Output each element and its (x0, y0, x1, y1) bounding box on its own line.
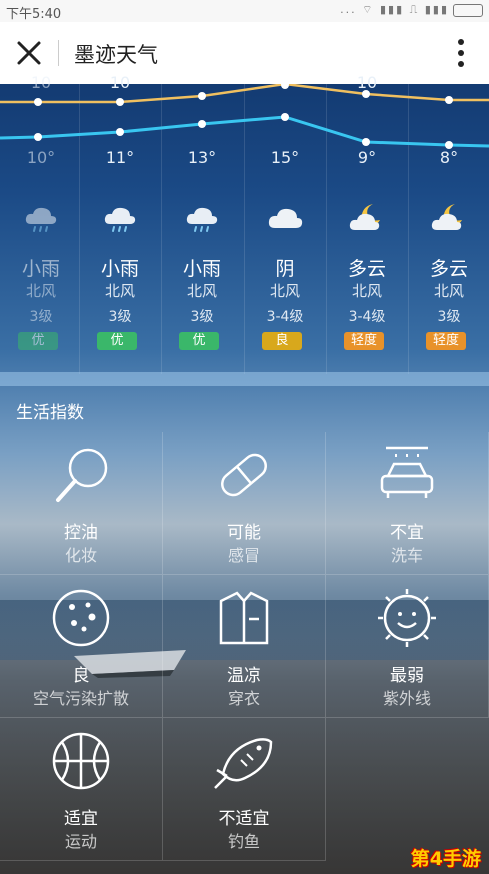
partly-cloudy-night-icon (349, 204, 380, 230)
high-temp-line (0, 84, 489, 104)
light-rain-icon (104, 207, 136, 232)
pill-icon (221, 453, 267, 497)
title-divider (58, 40, 59, 66)
low-temp-line (0, 115, 489, 148)
fish-icon (214, 738, 273, 789)
life-index-header: 生活指数 (0, 386, 489, 432)
status-icons: ... ⌔ ▮▮▮ ⎍ ▮▮▮ (340, 3, 483, 17)
index-label: 化妆 (64, 546, 97, 565)
condition: 多云 (429, 258, 468, 280)
aqi-badge: 优 (179, 332, 219, 350)
low-point (445, 141, 453, 149)
low-point (198, 120, 206, 128)
wind-direction: 北风 (433, 282, 464, 300)
index-value: 不适宜 (218, 809, 270, 829)
high-point (281, 84, 289, 89)
high-point (116, 98, 124, 106)
partly-cloudy-night-icon (431, 204, 462, 230)
index-label: 钓鱼 (227, 832, 260, 851)
wind-direction: 北风 (351, 282, 382, 300)
wind-level: 3-4级 (266, 309, 304, 325)
index-value: 良 (72, 666, 90, 686)
section-divider (0, 372, 489, 386)
index-value: 温凉 (227, 666, 261, 686)
index-label: 运动 (64, 832, 97, 851)
aqi-badge: 良 (262, 332, 302, 350)
condition: 小雨 (21, 258, 60, 280)
index-label: 洗车 (390, 546, 423, 565)
index-label: 感冒 (227, 546, 260, 565)
life-index-item[interactable]: 不适宜 钓鱼 (163, 718, 326, 861)
condition: 小雨 (100, 258, 139, 280)
index-value: 可能 (227, 523, 261, 543)
life-index-item[interactable]: 良空气污染扩散 (0, 575, 163, 718)
index-value: 适宜 (64, 809, 98, 829)
aqi-badge: 轻度 (344, 332, 384, 350)
air-particle-icon (52, 589, 110, 647)
wind-direction: 北风 (25, 282, 56, 300)
low-point (116, 128, 124, 136)
low-point (34, 133, 42, 141)
life-index-item[interactable]: 温凉 穿衣 (163, 575, 326, 718)
life-index-item[interactable]: 控油 化妆 (0, 432, 163, 575)
basketball-icon (52, 732, 110, 790)
high-point (445, 96, 453, 104)
index-label: 空气污染扩散 (32, 689, 129, 708)
temperature-curves (0, 84, 489, 149)
wind-direction: 北风 (269, 282, 300, 300)
light-rain-icon (186, 207, 218, 232)
watermark-logo: 第4手游 (410, 848, 481, 870)
cloudy-icon (268, 208, 303, 228)
close-icon[interactable] (12, 36, 46, 70)
life-index-item[interactable]: 适宜 运动 (0, 718, 163, 861)
magnifier-icon (56, 448, 108, 502)
low-point (362, 138, 370, 146)
index-label: 穿衣 (227, 689, 260, 708)
life-index-item[interactable]: 最弱 紫外线 (326, 575, 489, 718)
shirt-icon (219, 591, 269, 645)
wind-level: 3级 (190, 309, 214, 325)
low-point (281, 113, 289, 121)
life-index-grid: 控油 化妆 可能 感冒 不宜 洗车良空气污染扩散 温凉 穿衣 最弱 紫外线 适宜 运动 不适宜 钓鱼 (0, 432, 489, 861)
light-rain-icon (25, 207, 57, 232)
wind-level: 3级 (29, 309, 53, 325)
index-value: 控油 (64, 523, 98, 543)
high-point (34, 98, 42, 106)
wind-level: 3级 (108, 309, 132, 325)
condition: 阴 (275, 258, 295, 280)
wind-direction: 北风 (104, 282, 135, 300)
status-time: 下午5:40 (6, 7, 62, 22)
condition: 小雨 (182, 258, 221, 280)
life-index-item[interactable]: 不宜 洗车 (326, 432, 489, 575)
high-point (198, 92, 206, 100)
life-index-title: 生活指数 (16, 403, 84, 423)
wind-direction: 北风 (186, 282, 217, 300)
index-value: 最弱 (390, 666, 424, 686)
wind-level: 3级 (437, 309, 461, 325)
index-value: 不宜 (390, 523, 424, 543)
high-point (362, 90, 370, 98)
status-bar: 下午5:40 ... ⌔ ▮▮▮ ⎍ ▮▮▮ (0, 0, 489, 22)
aqi-badge: 优 (97, 332, 137, 350)
car-wash-icon (380, 446, 434, 498)
sun-smile-icon (378, 589, 436, 647)
aqi-badge: 轻度 (426, 332, 466, 350)
aqi-badge: 优 (18, 332, 58, 350)
more-options-icon[interactable] (448, 36, 474, 70)
index-label: 紫外线 (382, 689, 431, 708)
wind-level: 3-4级 (348, 309, 386, 325)
battery-icon (453, 3, 483, 17)
condition: 多云 (347, 258, 386, 280)
page-title: 墨迹天气 (74, 43, 158, 67)
life-index-item[interactable]: 可能 感冒 (163, 432, 326, 575)
